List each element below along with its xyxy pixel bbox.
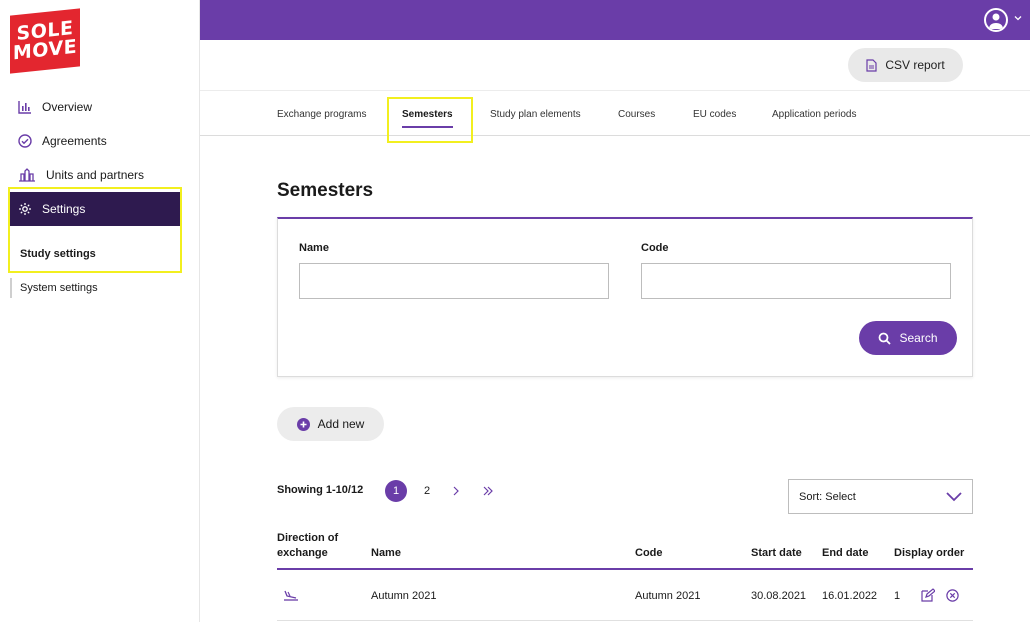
sort-select[interactable]: Sort: Select: [788, 479, 973, 514]
name-input[interactable]: [299, 263, 609, 299]
document-icon: [866, 58, 877, 72]
cell-code: Autumn 2021: [635, 590, 701, 602]
bar-chart-icon: [18, 101, 31, 114]
column-header-direction-line2: exchange: [277, 547, 328, 559]
sidebar-nav: Overview Agreements Units and partners S…: [0, 90, 200, 226]
solemove-logo[interactable]: SOLE MOVE: [10, 8, 80, 74]
csv-report-button[interactable]: CSV report: [848, 48, 963, 82]
table-row-divider: [277, 620, 973, 621]
sidebar-item-label: Agreements: [42, 134, 107, 148]
page-1-button[interactable]: 1: [385, 480, 407, 502]
chevron-down-icon[interactable]: [1014, 14, 1022, 22]
logo-line-2: MOVE: [12, 35, 78, 65]
column-header-direction-line1: Direction of: [277, 532, 339, 544]
plane-landing-icon: [284, 590, 298, 601]
tab-application-periods[interactable]: Application periods: [772, 91, 857, 137]
tab-exchange-programs[interactable]: Exchange programs: [277, 91, 367, 137]
tab-courses[interactable]: Courses: [618, 91, 655, 137]
sidebar-item-overview[interactable]: Overview: [0, 90, 200, 124]
column-header-start-date[interactable]: Start date: [751, 546, 802, 561]
person-icon: [989, 13, 1003, 29]
search-button-label: Search: [899, 331, 938, 345]
code-input[interactable]: [641, 263, 951, 299]
csv-report-label: CSV report: [885, 58, 945, 72]
settings-tabs: Exchange programs Semesters Study plan e…: [200, 90, 1030, 136]
sidebar-item-label: Units and partners: [46, 168, 145, 182]
sidebar-item-agreements[interactable]: Agreements: [0, 124, 200, 158]
sidebar-subitem-system-settings[interactable]: System settings: [10, 278, 180, 298]
sidebar-item-label: Settings: [42, 202, 86, 216]
delete-icon[interactable]: [946, 589, 959, 602]
search-panel: Name Code Search: [277, 217, 973, 377]
tab-study-plan-elements[interactable]: Study plan elements: [490, 91, 581, 137]
chevron-right-icon: [453, 486, 459, 496]
cell-name: Autumn 2021: [371, 590, 437, 602]
sidebar-subitem-study-settings[interactable]: Study settings: [10, 236, 180, 272]
code-label: Code: [641, 242, 669, 254]
table-header-divider: [277, 568, 973, 570]
column-header-code[interactable]: Code: [635, 546, 663, 561]
cell-end-date: 16.01.2022: [822, 590, 878, 602]
add-new-button[interactable]: Add new: [277, 407, 384, 441]
name-label: Name: [299, 242, 329, 254]
check-circle-icon: [18, 134, 32, 148]
sidebar-item-settings[interactable]: Settings: [10, 192, 180, 226]
search-icon: [879, 332, 892, 345]
tab-eu-codes[interactable]: EU codes: [693, 91, 736, 137]
search-button[interactable]: Search: [859, 321, 957, 355]
next-page-button[interactable]: [452, 480, 464, 502]
plus-circle-icon: [296, 417, 310, 431]
add-new-label: Add new: [317, 417, 365, 431]
tab-semesters[interactable]: Semesters: [402, 91, 453, 137]
top-bar: [200, 0, 1030, 40]
page-title: Semesters: [277, 180, 374, 201]
sidebar-item-units-and-partners[interactable]: Units and partners: [0, 158, 200, 192]
chevron-down-icon: [946, 492, 962, 502]
sidebar: SOLE MOVE Overview Agreements Units and …: [0, 0, 200, 622]
building-icon: [19, 168, 35, 182]
column-header-name[interactable]: Name: [371, 546, 401, 561]
column-header-end-date[interactable]: End date: [822, 546, 868, 561]
cell-start-date: 30.08.2021: [751, 590, 807, 602]
column-header-display-order[interactable]: Display order: [894, 546, 964, 561]
column-header-direction[interactable]: Direction of exchange: [277, 531, 338, 561]
cell-display-order: 1: [894, 590, 901, 602]
page-2-button[interactable]: 2: [420, 480, 434, 502]
user-avatar-icon[interactable]: [984, 8, 1008, 32]
sort-select-value: Sort: Select: [799, 490, 856, 503]
edit-icon[interactable]: [920, 588, 935, 602]
gear-icon: [19, 203, 31, 215]
sidebar-item-label: Overview: [42, 100, 93, 114]
last-page-button[interactable]: [482, 480, 496, 502]
double-chevron-right-icon: [483, 486, 493, 496]
results-count: Showing 1-10/12: [277, 484, 364, 496]
